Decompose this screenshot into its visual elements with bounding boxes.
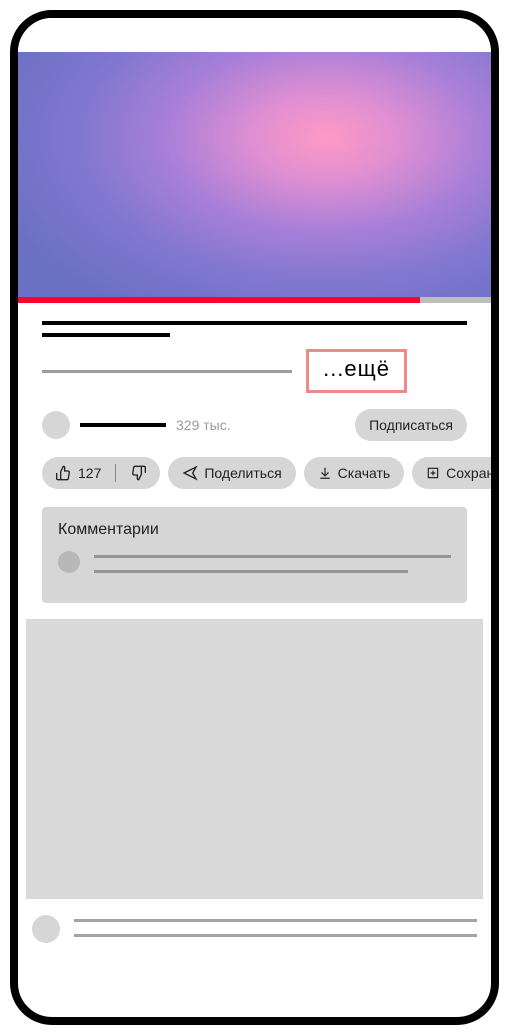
video-meta-row: ...ещё (42, 349, 467, 393)
comment-preview (58, 551, 451, 585)
title-line-placeholder (42, 333, 170, 337)
thumbs-down-icon[interactable] (130, 465, 146, 481)
comments-section[interactable]: Комментарии (42, 507, 467, 603)
progress-fill (18, 297, 420, 303)
channel-avatar[interactable] (42, 411, 70, 439)
feed-channel-avatar[interactable] (32, 915, 60, 943)
download-label: Скачать (338, 465, 391, 481)
feed-title-placeholder (74, 915, 477, 949)
thumbs-up-icon (56, 465, 72, 481)
subscribe-label: Подписаться (369, 417, 453, 433)
meta-line-placeholder (42, 370, 292, 373)
commenter-avatar (58, 551, 80, 573)
action-row: 127 Поделиться (42, 457, 467, 489)
expand-description-button[interactable]: ...ещё (306, 349, 407, 393)
download-button[interactable]: Скачать (304, 457, 405, 489)
feed-video-meta[interactable] (18, 899, 491, 965)
channel-row: 329 тыс. Подписаться (42, 409, 467, 441)
like-count: 127 (78, 465, 101, 481)
status-bar (18, 18, 491, 52)
title-line-placeholder (42, 321, 467, 325)
like-dislike-pill[interactable]: 127 (42, 457, 160, 489)
content-area: ...ещё 329 тыс. Подписаться 127 (18, 303, 491, 603)
share-icon (182, 465, 198, 481)
download-icon (318, 466, 332, 480)
video-player[interactable] (18, 52, 491, 297)
subscriber-count: 329 тыс. (176, 417, 231, 433)
save-button[interactable]: Сохранить (412, 457, 499, 489)
share-button[interactable]: Поделиться (168, 457, 295, 489)
comments-title: Комментарии (58, 521, 451, 539)
comment-text-placeholder (94, 551, 451, 585)
device-frame: ...ещё 329 тыс. Подписаться 127 (10, 10, 499, 1025)
feed-video-thumbnail[interactable] (26, 619, 483, 899)
divider (115, 464, 116, 482)
save-icon (426, 466, 440, 480)
subscribe-button[interactable]: Подписаться (355, 409, 467, 441)
save-label: Сохранить (446, 465, 499, 481)
expand-description-label: ...ещё (323, 356, 390, 381)
share-label: Поделиться (204, 465, 281, 481)
channel-name-placeholder[interactable] (80, 423, 166, 427)
video-title[interactable] (42, 321, 467, 337)
